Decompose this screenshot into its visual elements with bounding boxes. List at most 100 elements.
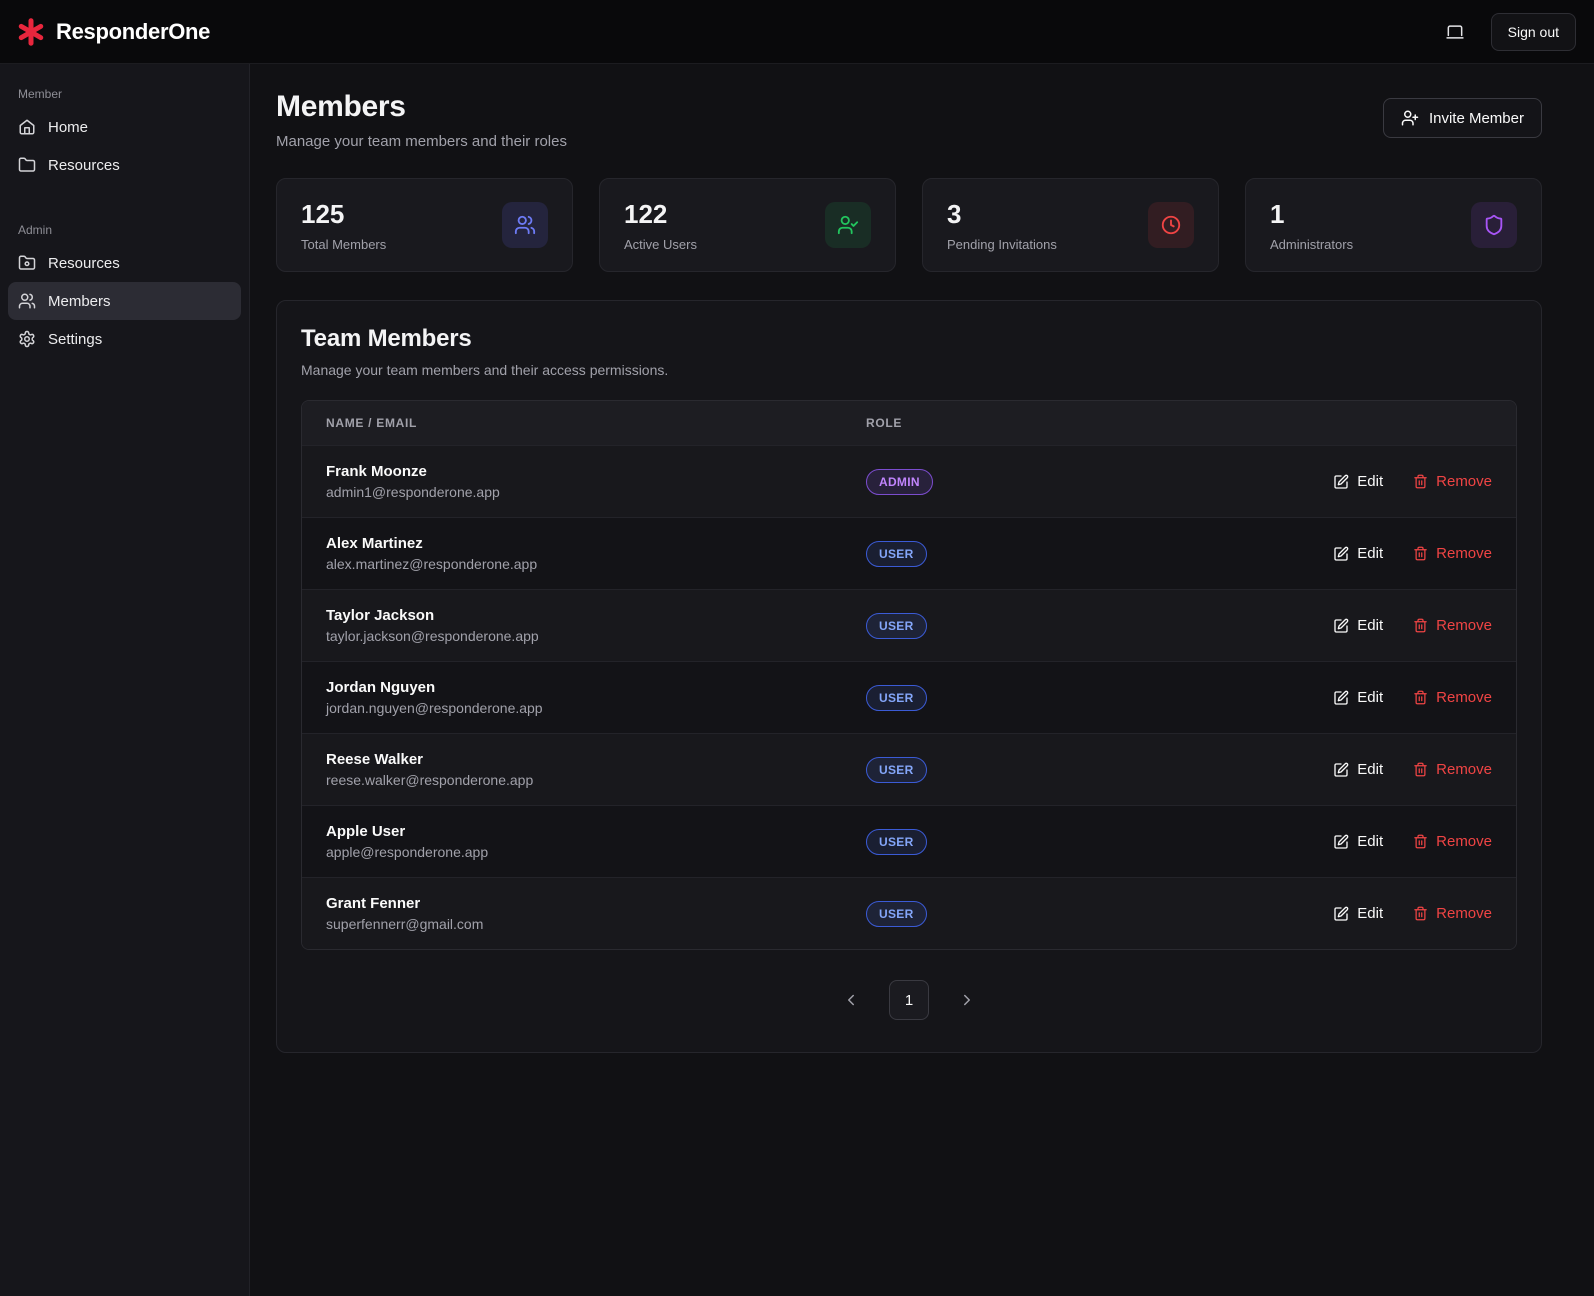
folder-icon <box>18 156 36 174</box>
sidebar-item-label: Settings <box>48 330 103 348</box>
member-email: superfennerr@gmail.com <box>326 916 484 932</box>
members-table: NAME / EMAIL ROLE Frank Moonze admin1@re… <box>301 400 1517 950</box>
sidebar-item-resources-member[interactable]: Resources <box>8 146 241 184</box>
user-check-icon <box>825 202 871 248</box>
edit-icon <box>1333 690 1349 706</box>
role-badge: USER <box>866 540 927 567</box>
trash-icon <box>1413 546 1428 561</box>
member-name: Taylor Jackson <box>326 607 435 624</box>
page-title: Members <box>276 90 406 123</box>
table-header: NAME / EMAIL ROLE <box>302 401 1516 445</box>
table-row: Frank Moonze admin1@responderone.app ADM… <box>302 445 1516 517</box>
member-name: Grant Fenner <box>326 895 421 912</box>
sidebar-section-member: Member <box>18 87 63 101</box>
team-members-panel: Team Members Manage your team members an… <box>276 300 1542 1053</box>
member-name: Frank Moonze <box>326 463 427 480</box>
stat-value: 1 <box>1270 198 1285 229</box>
sidebar-item-settings[interactable]: Settings <box>8 320 241 358</box>
table-row: Alex Martinez alex.martinez@responderone… <box>302 517 1516 589</box>
member-email: alex.martinez@responderone.app <box>326 556 538 572</box>
edit-button[interactable]: Edit <box>1333 473 1383 490</box>
trash-icon <box>1413 618 1428 633</box>
stat-value: 122 <box>624 198 668 229</box>
role-badge: USER <box>866 828 927 855</box>
edit-button[interactable]: Edit <box>1333 617 1383 634</box>
remove-button[interactable]: Remove <box>1413 689 1492 706</box>
table-row: Taylor Jackson taylor.jackson@respondero… <box>302 589 1516 661</box>
stat-value: 3 <box>947 198 962 229</box>
stat-label: Active Users <box>624 236 697 252</box>
pagination: 1 <box>301 980 1517 1020</box>
sidebar-item-members[interactable]: Members <box>8 282 241 320</box>
sign-out-button[interactable]: Sign out <box>1490 12 1576 51</box>
edit-button[interactable]: Edit <box>1333 905 1383 922</box>
chevron-left-icon[interactable] <box>833 982 869 1018</box>
table-row: Reese Walker reese.walker@responderone.a… <box>302 733 1516 805</box>
sidebar-item-label: Members <box>48 292 111 310</box>
edit-button[interactable]: Edit <box>1333 689 1383 706</box>
chevron-right-icon[interactable] <box>949 982 985 1018</box>
sidebar-item-home[interactable]: Home <box>8 108 241 146</box>
role-badge: USER <box>866 612 927 639</box>
edit-button[interactable]: Edit <box>1333 833 1383 850</box>
sidebar-item-resources-admin[interactable]: Resources <box>8 244 241 282</box>
remove-button[interactable]: Remove <box>1413 761 1492 778</box>
column-header-role: ROLE <box>866 416 903 430</box>
member-email: jordan.nguyen@responderone.app <box>326 700 543 716</box>
stat-card-total-members: 125 Total Members <box>276 178 573 272</box>
home-icon <box>18 118 36 136</box>
stat-label: Total Members <box>301 236 387 252</box>
remove-button[interactable]: Remove <box>1413 473 1492 490</box>
stat-value: 125 <box>301 198 345 229</box>
member-name: Apple User <box>326 823 406 840</box>
sidebar-item-label: Home <box>48 118 89 136</box>
user-plus-icon <box>1401 109 1419 127</box>
stat-card-active-users: 122 Active Users <box>599 178 896 272</box>
panel-subtitle: Manage your team members and their acces… <box>301 362 669 378</box>
brand-name: ResponderOne <box>56 18 211 44</box>
edit-icon <box>1333 474 1349 490</box>
laptop-icon[interactable] <box>1441 18 1469 46</box>
folder-cog-icon <box>18 254 36 272</box>
trash-icon <box>1413 906 1428 921</box>
column-header-name-email: NAME / EMAIL <box>326 416 418 430</box>
stat-label: Pending Invitations <box>947 236 1057 252</box>
remove-button[interactable]: Remove <box>1413 617 1492 634</box>
stats-row: 125 Total Members 122 Active Users 3 Pen… <box>276 178 1542 272</box>
shield-icon <box>1471 202 1517 248</box>
main-content: Members Manage your team members and the… <box>250 64 1594 1296</box>
trash-icon <box>1413 834 1428 849</box>
trash-icon <box>1413 474 1428 489</box>
table-body: Frank Moonze admin1@responderone.app ADM… <box>302 445 1516 949</box>
users-icon <box>18 292 36 310</box>
stat-label: Administrators <box>1270 236 1354 252</box>
edit-icon <box>1333 834 1349 850</box>
trash-icon <box>1413 690 1428 705</box>
page-subtitle: Manage your team members and their roles <box>276 133 567 150</box>
topbar-right: Sign out <box>1441 12 1576 51</box>
invite-member-button[interactable]: Invite Member <box>1382 98 1542 138</box>
brand: ResponderOne <box>16 17 210 47</box>
edit-button[interactable]: Edit <box>1333 545 1383 562</box>
topbar: ResponderOne Sign out <box>0 0 1594 64</box>
page-number-button[interactable]: 1 <box>889 980 929 1020</box>
sidebar-item-label: Resources <box>48 254 120 272</box>
role-badge: USER <box>866 684 927 711</box>
sidebar-section-admin: Admin <box>18 223 53 237</box>
member-name: Alex Martinez <box>326 535 423 552</box>
remove-button[interactable]: Remove <box>1413 833 1492 850</box>
clock-icon <box>1148 202 1194 248</box>
member-email: reese.walker@responderone.app <box>326 772 534 788</box>
users-icon <box>502 202 548 248</box>
remove-button[interactable]: Remove <box>1413 905 1492 922</box>
page-header: Members Manage your team members and the… <box>276 90 1542 150</box>
role-badge: USER <box>866 756 927 783</box>
table-row: Jordan Nguyen jordan.nguyen@responderone… <box>302 661 1516 733</box>
gear-icon <box>18 330 36 348</box>
edit-button[interactable]: Edit <box>1333 761 1383 778</box>
stat-card-administrators: 1 Administrators <box>1245 178 1542 272</box>
panel-title: Team Members <box>301 325 472 352</box>
role-badge: USER <box>866 900 927 927</box>
edit-icon <box>1333 618 1349 634</box>
remove-button[interactable]: Remove <box>1413 545 1492 562</box>
